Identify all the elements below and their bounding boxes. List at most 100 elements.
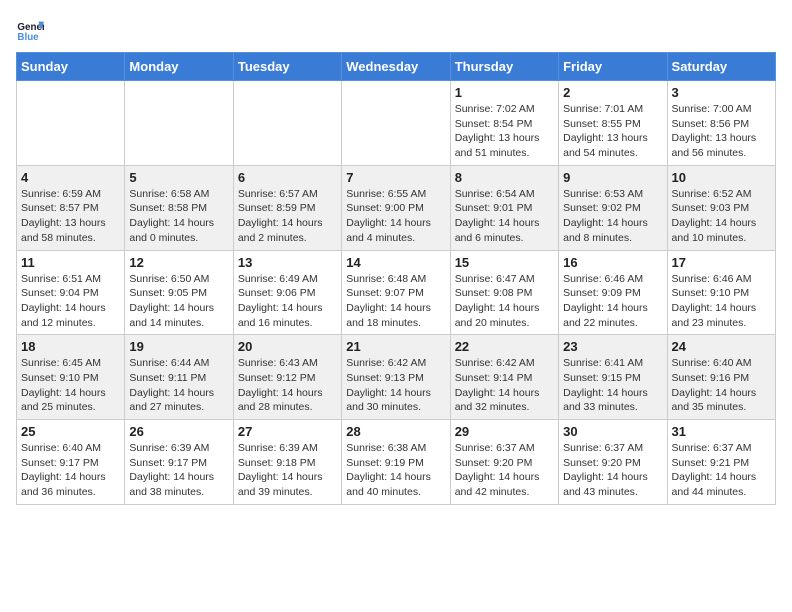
calendar-cell: 28 Sunrise: 6:38 AM Sunset: 9:19 PM Dayli… <box>342 420 450 505</box>
day-number: 11 <box>21 255 120 270</box>
day-info: Sunrise: 7:02 AM Sunset: 8:54 PM Dayligh… <box>455 102 554 161</box>
calendar-cell: 1 Sunrise: 7:02 AM Sunset: 8:54 PM Daylig… <box>450 81 558 166</box>
day-info: Sunrise: 6:37 AM Sunset: 9:20 PM Dayligh… <box>563 441 662 500</box>
day-info: Sunrise: 7:01 AM Sunset: 8:55 PM Dayligh… <box>563 102 662 161</box>
day-number: 4 <box>21 170 120 185</box>
calendar-day-header: Tuesday <box>233 53 341 81</box>
calendar-week-row: 25Sunrise: 6:40 AM Sunset: 9:17 PM Dayli… <box>17 420 776 505</box>
calendar-cell: 21 Sunrise: 6:42 AM Sunset: 9:13 PM Dayli… <box>342 335 450 420</box>
calendar-day-header: Monday <box>125 53 233 81</box>
calendar-day-header: Friday <box>559 53 667 81</box>
calendar-cell <box>233 81 341 166</box>
day-number: 20 <box>238 339 337 354</box>
page-header: General Blue <box>16 16 776 44</box>
calendar-cell: 31 Sunrise: 6:37 AM Sunset: 9:21 PM Dayli… <box>667 420 775 505</box>
calendar-cell: 27 Sunrise: 6:39 AM Sunset: 9:18 PM Dayli… <box>233 420 341 505</box>
day-number: 1 <box>455 85 554 100</box>
calendar-cell: 7 Sunrise: 6:55 AM Sunset: 9:00 PM Daylig… <box>342 165 450 250</box>
day-number: 29 <box>455 424 554 439</box>
day-info: Sunrise: 6:39 AM Sunset: 9:18 PM Dayligh… <box>238 441 337 500</box>
day-number: 15 <box>455 255 554 270</box>
calendar-cell <box>342 81 450 166</box>
day-number: 13 <box>238 255 337 270</box>
calendar-cell: 8 Sunrise: 6:54 AM Sunset: 9:01 PM Daylig… <box>450 165 558 250</box>
calendar-cell: 11Sunrise: 6:51 AM Sunset: 9:04 PM Dayli… <box>17 250 125 335</box>
day-info: Sunrise: 7:00 AM Sunset: 8:56 PM Dayligh… <box>672 102 771 161</box>
calendar-cell: 18 Sunrise: 6:45 AM Sunset: 9:10 PM Dayli… <box>17 335 125 420</box>
calendar-cell: 6 Sunrise: 6:57 AM Sunset: 8:59 PM Daylig… <box>233 165 341 250</box>
day-number: 26 <box>129 424 228 439</box>
calendar-cell: 22Sunrise: 6:42 AM Sunset: 9:14 PM Dayli… <box>450 335 558 420</box>
calendar-week-row: 11Sunrise: 6:51 AM Sunset: 9:04 PM Dayli… <box>17 250 776 335</box>
calendar-cell: 2 Sunrise: 7:01 AM Sunset: 8:55 PM Daylig… <box>559 81 667 166</box>
day-info: Sunrise: 6:43 AM Sunset: 9:12 PM Dayligh… <box>238 356 337 415</box>
day-info: Sunrise: 6:38 AM Sunset: 9:19 PM Dayligh… <box>346 441 445 500</box>
day-info: Sunrise: 6:41 AM Sunset: 9:15 PM Dayligh… <box>563 356 662 415</box>
day-info: Sunrise: 6:37 AM Sunset: 9:20 PM Dayligh… <box>455 441 554 500</box>
day-info: Sunrise: 6:42 AM Sunset: 9:13 PM Dayligh… <box>346 356 445 415</box>
calendar-table: SundayMondayTuesdayWednesdayThursdayFrid… <box>16 52 776 505</box>
day-info: Sunrise: 6:57 AM Sunset: 8:59 PM Dayligh… <box>238 187 337 246</box>
calendar-cell: 4 Sunrise: 6:59 AM Sunset: 8:57 PM Daylig… <box>17 165 125 250</box>
day-info: Sunrise: 6:55 AM Sunset: 9:00 PM Dayligh… <box>346 187 445 246</box>
calendar-cell: 20 Sunrise: 6:43 AM Sunset: 9:12 PM Dayli… <box>233 335 341 420</box>
calendar-cell: 13 Sunrise: 6:49 AM Sunset: 9:06 PM Dayli… <box>233 250 341 335</box>
day-number: 31 <box>672 424 771 439</box>
day-number: 10 <box>672 170 771 185</box>
day-info: Sunrise: 6:37 AM Sunset: 9:21 PM Dayligh… <box>672 441 771 500</box>
day-number: 24 <box>672 339 771 354</box>
calendar-cell <box>125 81 233 166</box>
day-number: 17 <box>672 255 771 270</box>
day-info: Sunrise: 6:45 AM Sunset: 9:10 PM Dayligh… <box>21 356 120 415</box>
calendar-cell: 14 Sunrise: 6:48 AM Sunset: 9:07 PM Dayli… <box>342 250 450 335</box>
day-number: 5 <box>129 170 228 185</box>
logo: General Blue <box>16 16 44 44</box>
calendar-cell: 24 Sunrise: 6:40 AM Sunset: 9:16 PM Dayli… <box>667 335 775 420</box>
day-info: Sunrise: 6:44 AM Sunset: 9:11 PM Dayligh… <box>129 356 228 415</box>
day-info: Sunrise: 6:52 AM Sunset: 9:03 PM Dayligh… <box>672 187 771 246</box>
calendar-day-header: Sunday <box>17 53 125 81</box>
day-info: Sunrise: 6:53 AM Sunset: 9:02 PM Dayligh… <box>563 187 662 246</box>
calendar-body: 1 Sunrise: 7:02 AM Sunset: 8:54 PM Daylig… <box>17 81 776 505</box>
day-info: Sunrise: 6:40 AM Sunset: 9:17 PM Dayligh… <box>21 441 120 500</box>
calendar-cell <box>17 81 125 166</box>
day-number: 21 <box>346 339 445 354</box>
day-info: Sunrise: 6:59 AM Sunset: 8:57 PM Dayligh… <box>21 187 120 246</box>
calendar-cell: 16 Sunrise: 6:46 AM Sunset: 9:09 PM Dayli… <box>559 250 667 335</box>
calendar-week-row: 18 Sunrise: 6:45 AM Sunset: 9:10 PM Dayli… <box>17 335 776 420</box>
day-info: Sunrise: 6:47 AM Sunset: 9:08 PM Dayligh… <box>455 272 554 331</box>
calendar-cell: 26Sunrise: 6:39 AM Sunset: 9:17 PM Dayli… <box>125 420 233 505</box>
day-info: Sunrise: 6:40 AM Sunset: 9:16 PM Dayligh… <box>672 356 771 415</box>
day-number: 19 <box>129 339 228 354</box>
day-number: 8 <box>455 170 554 185</box>
calendar-cell: 17 Sunrise: 6:46 AM Sunset: 9:10 PM Dayli… <box>667 250 775 335</box>
day-info: Sunrise: 6:49 AM Sunset: 9:06 PM Dayligh… <box>238 272 337 331</box>
calendar-cell: 29 Sunrise: 6:37 AM Sunset: 9:20 PM Dayli… <box>450 420 558 505</box>
day-info: Sunrise: 6:58 AM Sunset: 8:58 PM Dayligh… <box>129 187 228 246</box>
calendar-cell: 30Sunrise: 6:37 AM Sunset: 9:20 PM Dayli… <box>559 420 667 505</box>
calendar-day-header: Wednesday <box>342 53 450 81</box>
calendar-cell: 23 Sunrise: 6:41 AM Sunset: 9:15 PM Dayli… <box>559 335 667 420</box>
calendar-cell: 5 Sunrise: 6:58 AM Sunset: 8:58 PM Daylig… <box>125 165 233 250</box>
day-number: 3 <box>672 85 771 100</box>
day-info: Sunrise: 6:50 AM Sunset: 9:05 PM Dayligh… <box>129 272 228 331</box>
calendar-day-header: Thursday <box>450 53 558 81</box>
calendar-week-row: 1 Sunrise: 7:02 AM Sunset: 8:54 PM Daylig… <box>17 81 776 166</box>
day-number: 6 <box>238 170 337 185</box>
calendar-cell: 3 Sunrise: 7:00 AM Sunset: 8:56 PM Daylig… <box>667 81 775 166</box>
day-number: 28 <box>346 424 445 439</box>
day-number: 16 <box>563 255 662 270</box>
day-info: Sunrise: 6:46 AM Sunset: 9:10 PM Dayligh… <box>672 272 771 331</box>
day-info: Sunrise: 6:54 AM Sunset: 9:01 PM Dayligh… <box>455 187 554 246</box>
calendar-cell: 9 Sunrise: 6:53 AM Sunset: 9:02 PM Daylig… <box>559 165 667 250</box>
logo-icon: General Blue <box>16 16 44 44</box>
day-number: 7 <box>346 170 445 185</box>
day-number: 23 <box>563 339 662 354</box>
day-number: 2 <box>563 85 662 100</box>
day-number: 14 <box>346 255 445 270</box>
day-number: 18 <box>21 339 120 354</box>
day-info: Sunrise: 6:48 AM Sunset: 9:07 PM Dayligh… <box>346 272 445 331</box>
day-number: 27 <box>238 424 337 439</box>
day-number: 9 <box>563 170 662 185</box>
day-info: Sunrise: 6:46 AM Sunset: 9:09 PM Dayligh… <box>563 272 662 331</box>
